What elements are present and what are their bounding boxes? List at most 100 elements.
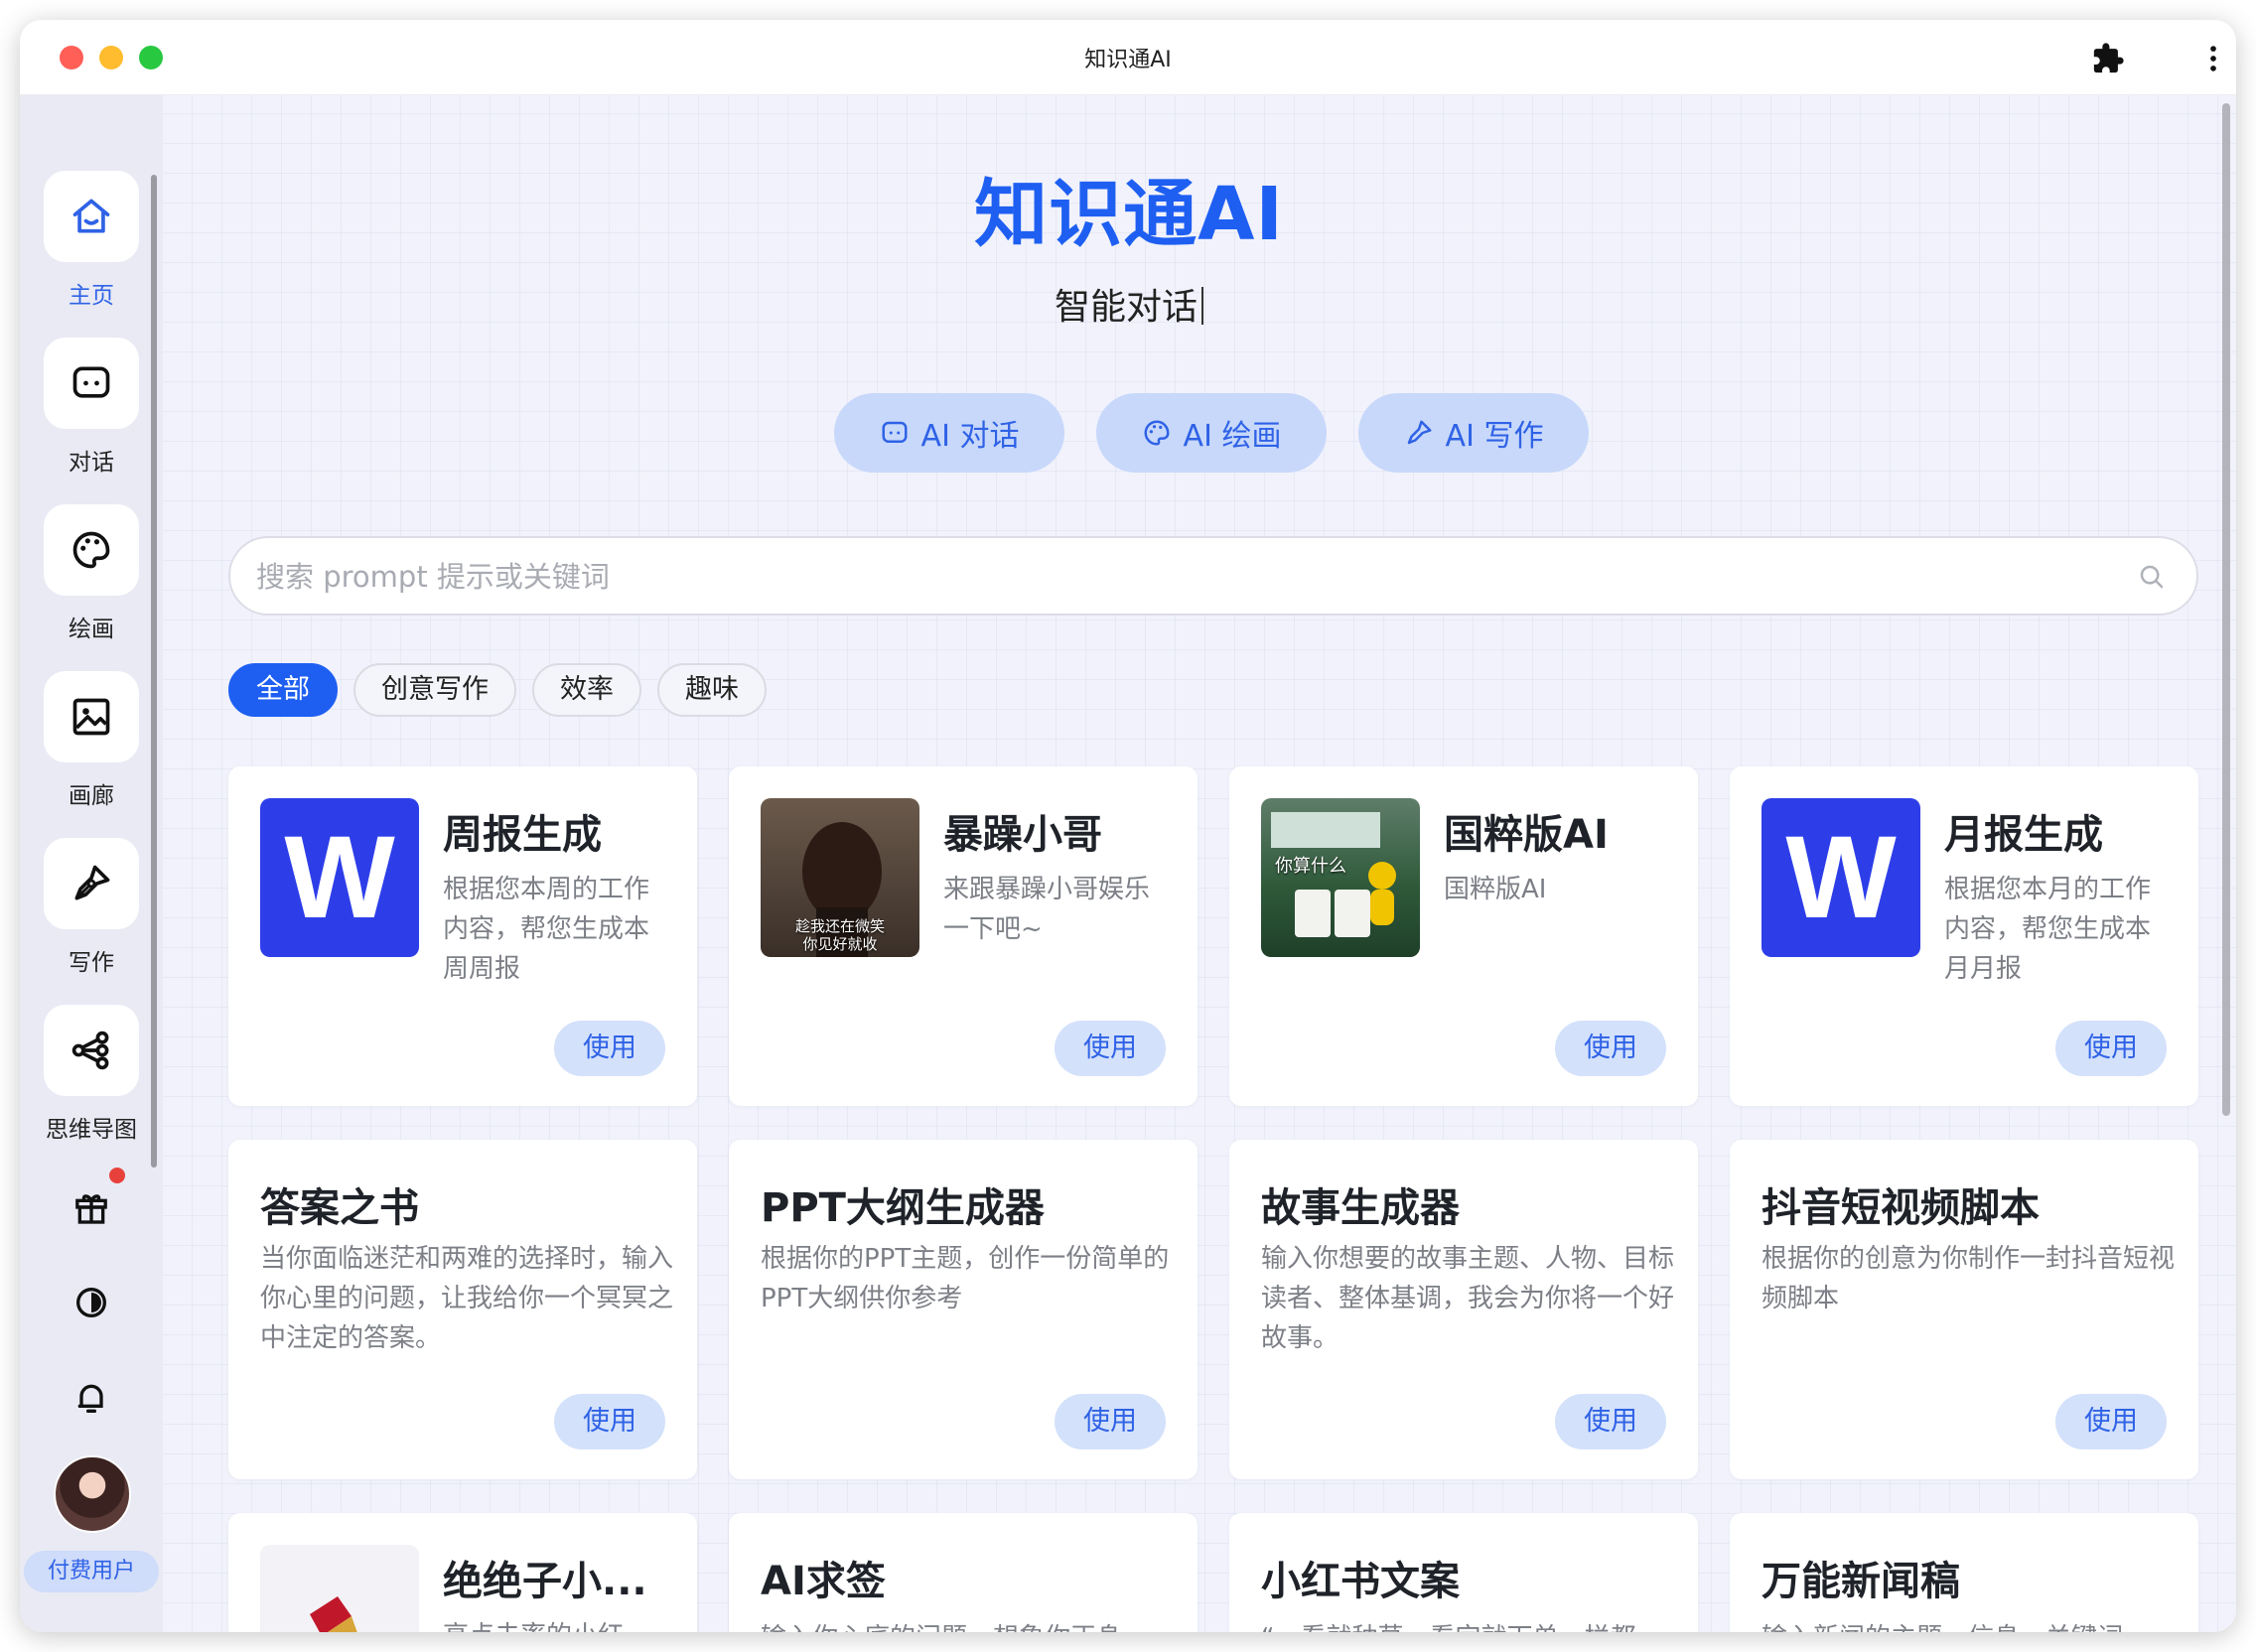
word-logo-thumbnail: W <box>260 798 419 957</box>
ai-chat-label: AI 对话 <box>920 419 1020 454</box>
prompt-card-weekly-report[interactable]: W 周报生成 根据您本周的工作内容，帮您生成本周周报 使用 <box>228 766 697 1106</box>
prompt-card-ppt-outline[interactable]: PPT大纲生成器 根据你的PPT主题，创作一份简单的PPT大纲供你参考 使用 <box>729 1140 1198 1479</box>
avatar[interactable] <box>54 1455 131 1533</box>
prompt-card-douyin-script[interactable]: 抖音短视频脚本 根据你的创意为你制作一封抖音短视频脚本 使用 <box>1730 1140 2198 1479</box>
sidebar-tile <box>44 1005 139 1096</box>
ai-write-button[interactable]: AI 写作 <box>1358 393 1589 473</box>
mahjong-image <box>1271 812 1396 937</box>
feature-buttons: AI 对话 AI 绘画 AI 写作 <box>834 393 1589 473</box>
notification-dot <box>109 1168 125 1183</box>
prompt-search-box[interactable] <box>228 536 2198 616</box>
hero-title: 知识通AI <box>974 172 1284 257</box>
category-filter: 全部 创意写作 效率 趣味 <box>228 663 767 717</box>
category-chip-creative[interactable]: 创意写作 <box>353 663 516 717</box>
chat-icon <box>882 421 908 443</box>
prompt-card-mahjong-ai[interactable]: 你算什么 国粹版AI 国粹版AI 使用 <box>1229 766 1698 1106</box>
meme-thumbnail: 趁我还在微笑 你见好就收 <box>761 798 919 957</box>
lipstick-thumbnail <box>260 1545 419 1632</box>
sidebar-tile <box>44 504 139 596</box>
prompt-card-ai-fortune[interactable]: AI求签 输入你心底的问题，想象你正身 <box>729 1513 1198 1632</box>
sidebar-item-label: 思维导图 <box>46 1117 137 1143</box>
mahjong-thumbnail: 你算什么 <box>1261 798 1420 957</box>
word-logo-letter: W <box>1785 812 1897 943</box>
card-title: AI求签 <box>761 1559 886 1604</box>
gallery-icon <box>72 698 110 736</box>
card-desc: 根据您本周的工作内容，帮您生成本周周报 <box>443 875 650 984</box>
bell-icon[interactable] <box>71 1378 111 1418</box>
search-input[interactable] <box>256 552 2103 602</box>
card-desc: 根据您本月的工作内容，帮您生成本月月报 <box>1944 875 2152 984</box>
prompt-card-angry-guy[interactable]: 趁我还在微笑 你见好就收 暴躁小哥 来跟暴躁小哥娱乐一下吧~ 使用 <box>729 766 1198 1106</box>
sidebar-tile <box>44 338 139 429</box>
sidebar-item-label: 画廊 <box>69 783 114 809</box>
card-desc: 输入新闻的主题、信息、关键词 <box>1762 1618 2179 1632</box>
card-title: 答案之书 <box>260 1185 419 1231</box>
palette-icon <box>1144 420 1170 446</box>
card-title: 月报生成 <box>1944 812 2103 858</box>
extension-puzzle-icon[interactable] <box>2091 42 2125 75</box>
prompt-card-story-generator[interactable]: 故事生成器 输入你想要的故事主题、人物、目标读者、整体基调，我会为你将一个好故事… <box>1229 1140 1698 1479</box>
use-button[interactable]: 使用 <box>1055 1394 1166 1449</box>
ai-write-label: AI 写作 <box>1445 419 1544 454</box>
sidebar-item-writing[interactable]: 写作 <box>20 838 163 977</box>
ai-paint-button[interactable]: AI 绘画 <box>1096 393 1327 473</box>
paid-user-badge[interactable]: 付费用户 <box>24 1551 159 1592</box>
sidebar-item-chat[interactable]: 对话 <box>20 338 163 477</box>
use-button[interactable]: 使用 <box>1555 1021 1666 1076</box>
prompt-card-news-draft[interactable]: 万能新闻稿 输入新闻的主题、信息、关键词 <box>1730 1513 2198 1632</box>
contrast-icon[interactable] <box>71 1283 111 1322</box>
card-desc: 国粹版AI <box>1444 875 1547 904</box>
sidebar-item-mindmap[interactable]: 思维导图 <box>20 1005 163 1144</box>
card-title: 抖音短视频脚本 <box>1762 1185 2040 1231</box>
gift-icon[interactable] <box>71 1187 111 1227</box>
word-logo-thumbnail: W <box>1762 798 1920 957</box>
meme-caption: 你算什么 <box>1275 856 1346 877</box>
hero-subtitle-text: 智能对话 <box>1054 287 1198 328</box>
prompt-card-xiaohongshu-copy[interactable]: 小红书文案 “一看就种草，看完就下单，拦都 <box>1229 1513 1698 1632</box>
sidebar-item-label: 主页 <box>69 283 114 309</box>
more-vertical-icon[interactable] <box>2196 42 2230 75</box>
card-title: 故事生成器 <box>1261 1185 1460 1231</box>
use-button[interactable]: 使用 <box>554 1021 665 1076</box>
sidebar-item-home[interactable]: 主页 <box>20 171 163 310</box>
use-button[interactable]: 使用 <box>1555 1394 1666 1449</box>
prompt-card-xiaohongshu-title[interactable]: 绝绝子小... 高点击率的小红 <box>228 1513 697 1632</box>
sidebar-scrollbar[interactable] <box>151 175 157 1168</box>
card-desc: 根据你的创意为你制作一封抖音短视频脚本 <box>1762 1244 2176 1313</box>
category-chip-efficiency[interactable]: 效率 <box>532 663 641 717</box>
main-scrollbar[interactable] <box>2222 103 2230 1116</box>
app-window: 知识通AI 主页 对话 绘画 画廊 写作 思维导图 付费用户 知识通AI 智能对… <box>20 20 2236 1632</box>
ai-chat-button[interactable]: AI 对话 <box>834 393 1064 473</box>
chat-icon <box>72 366 110 398</box>
card-title: 周报生成 <box>443 812 602 858</box>
search-icon[interactable] <box>2137 562 2167 592</box>
main-content: 知识通AI 智能对话 AI 对话 AI 绘画 AI 写作 全 <box>163 95 2236 1632</box>
window-title: 知识通AI <box>1084 48 1172 72</box>
card-title: 小红书文案 <box>1261 1559 1460 1604</box>
prompt-card-monthly-report[interactable]: W 月报生成 根据您本月的工作内容，帮您生成本月月报 使用 <box>1730 766 2198 1106</box>
card-title: 绝绝子小... <box>443 1559 647 1604</box>
card-desc: 当你面临迷茫和两难的选择时，输入你心里的问题，让我给你一个冥冥之中注定的答案。 <box>260 1244 674 1353</box>
card-title: PPT大纲生成器 <box>761 1185 1045 1231</box>
use-button[interactable]: 使用 <box>2055 1394 2167 1449</box>
card-desc: “一看就种草，看完就下单，拦都 <box>1261 1618 1678 1632</box>
use-button[interactable]: 使用 <box>1055 1021 1166 1076</box>
category-chip-all[interactable]: 全部 <box>228 663 338 717</box>
sidebar-tile <box>44 171 139 262</box>
prompt-card-answer-book[interactable]: 答案之书 当你面临迷茫和两难的选择时，输入你心里的问题，让我给你一个冥冥之中注定… <box>228 1140 697 1479</box>
card-desc: 输入你心底的问题，想象你正身 <box>761 1618 1178 1632</box>
word-logo-letter: W <box>284 812 395 943</box>
meme-caption: 趁我还在微笑 你见好就收 <box>794 917 885 953</box>
home-icon <box>72 199 110 233</box>
sidebar-item-label: 写作 <box>69 950 114 976</box>
use-button[interactable]: 使用 <box>2055 1021 2167 1076</box>
palette-icon <box>72 531 110 569</box>
sidebar-item-paint[interactable]: 绘画 <box>20 504 163 643</box>
card-desc: 高点击率的小红 <box>443 1616 661 1632</box>
card-title: 万能新闻稿 <box>1762 1559 1960 1604</box>
sidebar-item-gallery[interactable]: 画廊 <box>20 671 163 810</box>
category-chip-fun[interactable]: 趣味 <box>657 663 767 717</box>
card-title: 国粹版AI <box>1444 812 1609 858</box>
use-button[interactable]: 使用 <box>554 1394 665 1449</box>
sidebar-item-label: 绘画 <box>69 617 114 642</box>
